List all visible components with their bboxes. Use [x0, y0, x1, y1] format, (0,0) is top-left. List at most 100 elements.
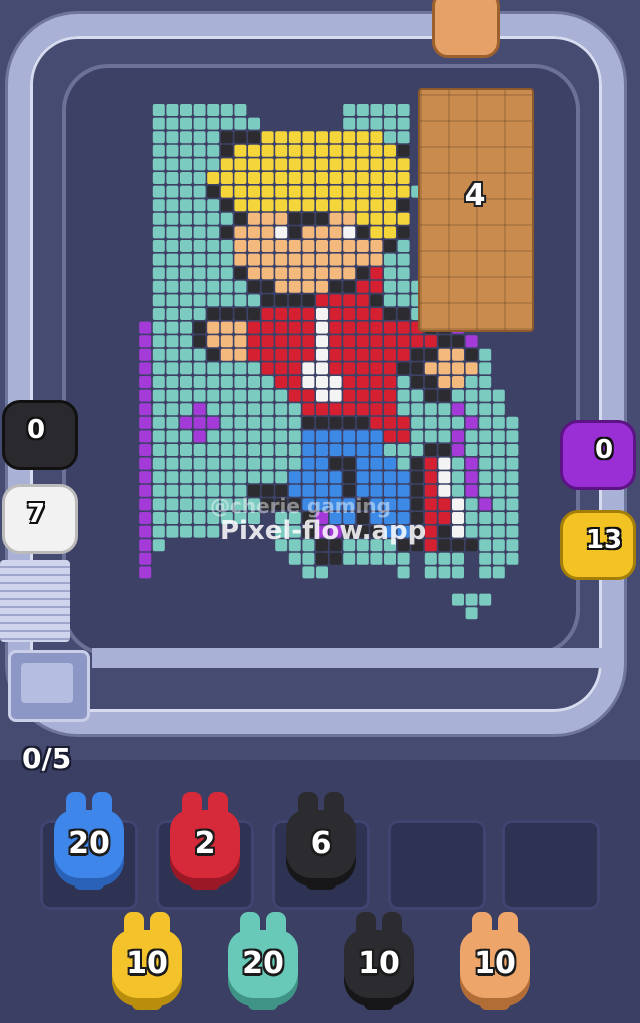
pixel-block [411, 389, 424, 402]
queue-pig-teal[interactable]: 20 [224, 912, 302, 1012]
pixel-block [370, 376, 383, 388]
pixel-block [316, 308, 328, 320]
pixel-block [302, 389, 315, 402]
pixel-block [452, 430, 464, 443]
pixel-block [139, 430, 152, 443]
queue-pig-orange[interactable]: 10 [456, 912, 534, 1012]
slot-pig-blue[interactable]: 20 [50, 792, 128, 892]
pixel-block [384, 172, 396, 184]
pixel-block [329, 403, 342, 416]
pixel-block [152, 430, 165, 443]
pixel-block [302, 144, 315, 157]
pixel-block [261, 376, 274, 388]
slot-pig-black[interactable]: 6 [282, 792, 360, 892]
pixel-block [139, 362, 152, 375]
pixel-block [438, 430, 451, 443]
pixel-block [180, 444, 192, 456]
pixel-block [424, 430, 437, 443]
shooter-purple[interactable]: 0 [560, 420, 636, 490]
pixel-block [302, 240, 315, 252]
pixel-block [384, 457, 396, 470]
pixel-block [302, 212, 315, 225]
pixel-block [248, 144, 260, 157]
pixel-block [479, 457, 492, 470]
pixel-block [166, 158, 179, 171]
shooter-white[interactable]: 7 [2, 484, 78, 554]
pixel-block [207, 471, 220, 484]
pixel-block [397, 444, 410, 456]
pixel-block [166, 444, 179, 456]
pixel-block [302, 253, 315, 266]
pixel-block [207, 294, 220, 307]
pixel-block [302, 416, 315, 429]
pixel-block [356, 430, 369, 443]
pixel-block [220, 362, 233, 375]
pixel-block [288, 267, 301, 280]
pixel-block [275, 199, 288, 212]
pixel-block [139, 552, 152, 565]
pixel-block [356, 552, 369, 565]
pixel-block [397, 253, 410, 266]
pixel-block [207, 144, 220, 157]
pixel-block [166, 131, 179, 144]
pixel-block [302, 131, 315, 144]
queue-pig-black[interactable]: 10 [340, 912, 418, 1012]
pixel-block [152, 294, 165, 307]
pixel-block [288, 403, 301, 416]
queue-pig-yellow[interactable]: 10 [108, 912, 186, 1012]
pixel-block [438, 539, 451, 552]
pixel-block [193, 185, 206, 198]
pixel-block [152, 308, 165, 320]
pixel-block [438, 376, 451, 388]
pixel-block [411, 444, 424, 456]
pixel-block [479, 498, 492, 511]
pixel-block [275, 240, 288, 252]
pixel-block [261, 444, 274, 456]
pixel-block [193, 525, 206, 538]
pixel-block [316, 199, 328, 212]
pixel-block [384, 280, 396, 293]
pixel-block [465, 539, 478, 552]
pixel-block [356, 416, 369, 429]
pixel-block [356, 294, 369, 307]
pixel-block [193, 117, 206, 130]
pixel-block [356, 240, 369, 252]
pixel-block [288, 335, 301, 348]
pixel-block [207, 376, 220, 388]
pig-ammo-count: 10 [474, 946, 516, 981]
pig-ammo-count: 2 [194, 826, 216, 861]
pixel-block [465, 416, 478, 429]
pixel-block [397, 308, 410, 320]
pixel-block [384, 348, 396, 361]
pixel-block [275, 185, 288, 198]
shooter-yellow[interactable]: 13 [560, 510, 636, 580]
pixel-block [479, 525, 492, 538]
queue-slot-5[interactable] [502, 820, 600, 910]
pixel-block [329, 389, 342, 402]
pixel-block [316, 240, 328, 252]
pixel-block [329, 226, 342, 239]
pixel-block [397, 212, 410, 225]
pixel-block [234, 321, 247, 334]
pixel-block [370, 104, 383, 116]
pixel-block [492, 403, 505, 416]
pixel-block [370, 389, 383, 402]
slot-pig-red[interactable]: 2 [166, 792, 244, 892]
pixel-block [234, 267, 247, 280]
pixel-block [207, 389, 220, 402]
pixel-block [220, 308, 233, 320]
pixel-block [302, 267, 315, 280]
pixel-block [275, 444, 288, 456]
queue-slot-4[interactable] [388, 820, 486, 910]
pixel-block [166, 498, 179, 511]
pixel-block [302, 199, 315, 212]
pixel-block [261, 457, 274, 470]
pixel-block [343, 294, 356, 307]
pixel-block [288, 457, 301, 470]
pixel-block [261, 131, 274, 144]
pixel-block [152, 444, 165, 456]
pixel-block [370, 267, 383, 280]
pixel-block [248, 172, 260, 184]
shooter-black[interactable]: 0 [2, 400, 78, 470]
pixel-block [193, 512, 206, 524]
